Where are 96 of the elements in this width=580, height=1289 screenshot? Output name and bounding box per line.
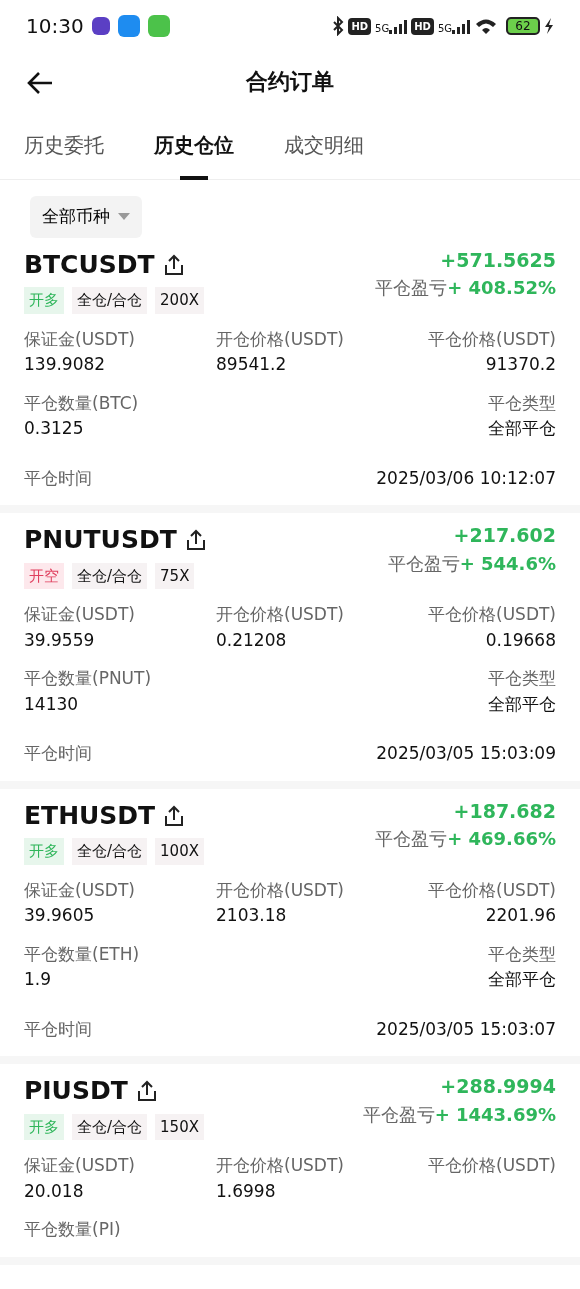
time-value: 2025/03/05 15:03:09 <box>376 742 556 765</box>
field-value: 14130 <box>24 692 80 716</box>
field-label: 开仓价格(USDT) <box>216 878 345 902</box>
field-value: 1.9 <box>24 968 53 991</box>
position-tag: 全仓/合仓 <box>72 287 148 314</box>
field-label: 保证金(USDT) <box>24 327 136 351</box>
field-label: 平仓时间 <box>24 742 92 765</box>
position-tag: 150X <box>155 1113 204 1140</box>
share-icon <box>162 252 185 277</box>
field-label: 平仓价格(USDT) <box>428 327 556 351</box>
share-button[interactable] <box>163 803 186 828</box>
field-label: 平仓数量(BTC) <box>24 391 140 415</box>
field-value: 全部平仓 <box>488 692 556 716</box>
field-label: 平仓时间 <box>24 466 92 490</box>
field-value: 1.6998 <box>216 1179 277 1203</box>
app-icon <box>91 17 110 35</box>
back-arrow-icon <box>26 70 54 96</box>
wifi-icon <box>474 17 498 35</box>
side-tag: 开多 <box>24 838 64 865</box>
tab[interactable]: 历史委托 <box>24 110 104 180</box>
field-label: 平仓价格(USDT) <box>428 603 556 626</box>
symbol-text: BTCUSDT <box>24 248 155 281</box>
field-label: 保证金(USDT) <box>24 603 136 626</box>
bluetooth-icon <box>332 16 345 36</box>
field-value: 2103.18 <box>216 904 288 927</box>
share-icon <box>135 1079 158 1103</box>
hd-badge: HD <box>348 17 372 35</box>
signal-icon <box>452 18 470 34</box>
network-label: 5G <box>437 24 452 34</box>
pnl-value: +187.682 <box>452 798 556 824</box>
pnl-rate-text: 平仓盈亏+ 1443.69% <box>362 1102 556 1127</box>
field-label: 平仓数量(PNUT) <box>24 667 153 690</box>
pnl-value: +571.5625 <box>439 247 556 273</box>
field-value: 0.3125 <box>24 417 85 440</box>
position-tag: 100X <box>155 838 204 865</box>
position-tag: 75X <box>155 562 195 589</box>
pnl-value: +217.602 <box>452 523 556 548</box>
tab[interactable]: 成交明细 <box>284 110 364 180</box>
position-tag: 全仓/合仓 <box>72 838 148 865</box>
field-value: 全部平仓 <box>488 417 556 440</box>
pnl-rate-text: 平仓盈亏+ 544.6% <box>387 551 556 576</box>
side-tag: 开多 <box>24 287 64 314</box>
time-value: 2025/03/06 10:12:07 <box>376 466 556 490</box>
share-icon <box>163 803 186 828</box>
share-icon <box>184 528 207 552</box>
field-value: 2201.96 <box>484 904 556 927</box>
signal-icon <box>389 18 408 34</box>
clock-text: 10:30 <box>26 13 84 40</box>
field-label: 平仓类型 <box>488 391 556 415</box>
field-value: 39.9559 <box>24 628 96 652</box>
field-value: 89541.2 <box>216 353 288 376</box>
symbol-text: PIUSDT <box>24 1075 128 1107</box>
network-label: 5G <box>375 24 390 34</box>
field-label: 保证金(USDT) <box>24 878 136 902</box>
time-value: 2025/03/05 15:03:07 <box>376 1017 556 1041</box>
side-tag: 开多 <box>24 1113 64 1140</box>
pnl-value: +288.9994 <box>439 1074 556 1099</box>
hd-badge: HD <box>411 17 434 35</box>
field-label: 开仓价格(USDT) <box>216 603 345 626</box>
symbol-text: ETHUSDT <box>24 799 156 832</box>
field-value: 91370.2 <box>484 353 556 376</box>
field-label: 开仓价格(USDT) <box>216 327 345 351</box>
share-button[interactable] <box>135 1078 158 1103</box>
field-value: 39.9605 <box>24 904 96 927</box>
page-title: 合约订单 <box>246 67 334 96</box>
share-button[interactable] <box>162 252 185 277</box>
symbol-text: PNUTUSDT <box>24 524 177 556</box>
field-value: 全部平仓 <box>488 968 556 991</box>
field-value: 20.018 <box>24 1179 85 1203</box>
field-label: 平仓数量(PI) <box>24 1218 122 1241</box>
position-tag: 全仓/合仓 <box>72 562 148 589</box>
field-value: 0.21208 <box>216 628 288 652</box>
pnl-rate-text: 平仓盈亏+ 408.52% <box>375 276 556 300</box>
field-label: 平仓时间 <box>24 1017 92 1041</box>
app-icon <box>117 15 140 37</box>
position-tag: 200X <box>155 287 204 314</box>
field-label: 平仓类型 <box>488 667 556 690</box>
coin-filter-dropdown[interactable]: 全部币种 <box>30 196 142 238</box>
field-value: 0.19668 <box>484 628 556 652</box>
field-label: 平仓价格(USDT) <box>428 1154 556 1177</box>
field-label: 保证金(USDT) <box>24 1154 136 1177</box>
field-value: 139.9082 <box>24 353 107 376</box>
field-label: 开仓价格(USDT) <box>216 1154 345 1177</box>
back-button[interactable] <box>26 70 54 96</box>
battery-icon: 62 <box>506 17 540 35</box>
app-icon <box>147 15 170 37</box>
field-label: 平仓价格(USDT) <box>428 878 556 902</box>
side-tag: 开空 <box>24 562 64 589</box>
field-label: 平仓类型 <box>488 942 556 966</box>
position-tag: 全仓/合仓 <box>72 1113 148 1140</box>
share-button[interactable] <box>184 527 207 552</box>
tab[interactable]: 历史仓位 <box>154 110 234 180</box>
field-label: 平仓数量(ETH) <box>24 942 141 966</box>
caret-icon <box>118 212 130 221</box>
pnl-rate-text: 平仓盈亏+ 469.66% <box>375 827 556 851</box>
charging-icon <box>544 17 554 35</box>
